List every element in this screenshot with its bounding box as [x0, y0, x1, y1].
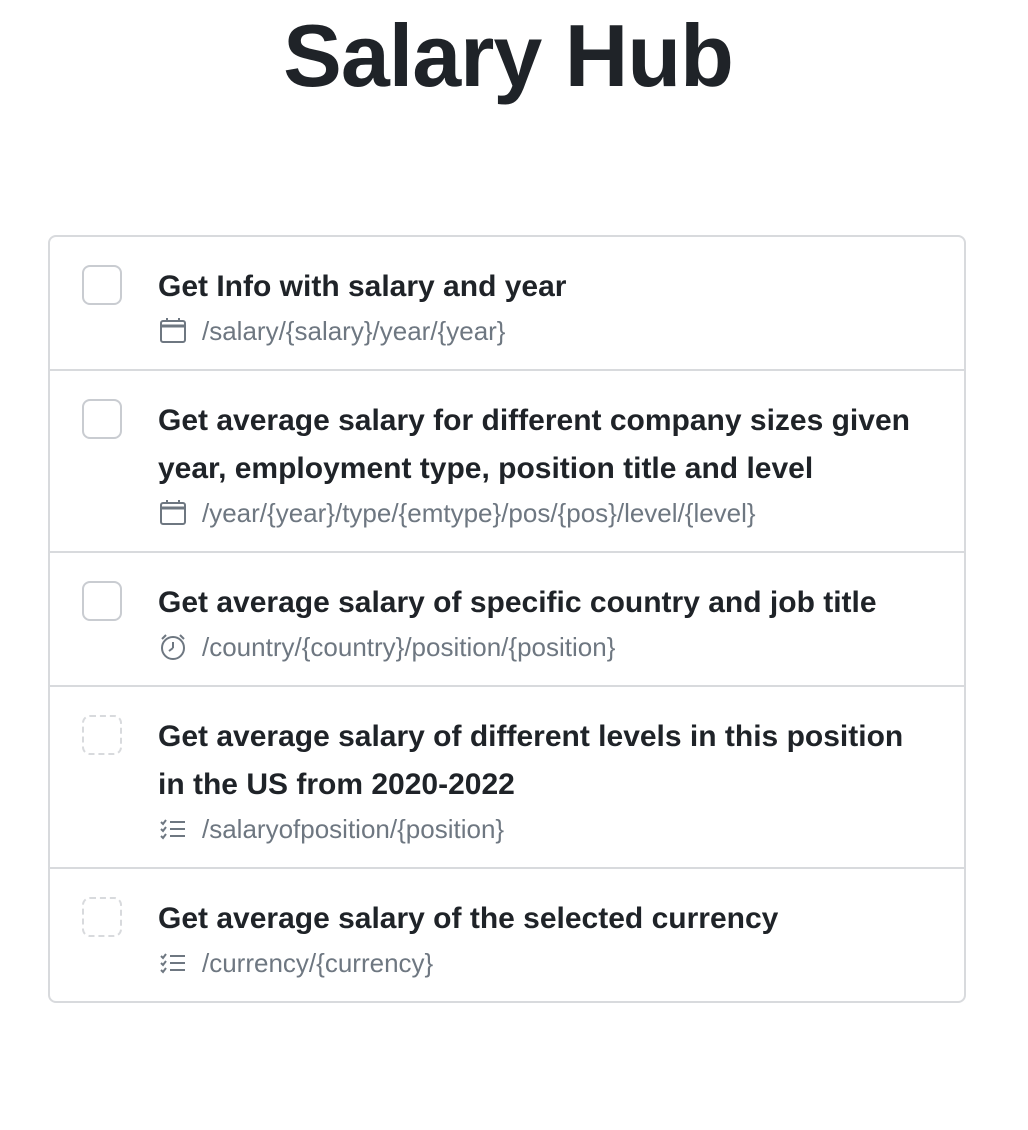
checkbox[interactable] [82, 399, 122, 439]
checkbox[interactable] [82, 265, 122, 305]
list-item[interactable]: Get average salary of different levels i… [50, 685, 964, 867]
endpoint-list: Get Info with salary and year /salary/{s… [48, 235, 966, 1003]
checkbox[interactable] [82, 715, 122, 755]
endpoint-meta: /year/{year}/type/{emtype}/pos/{pos}/lev… [158, 493, 924, 533]
endpoint-title: Get average salary of the selected curre… [158, 902, 779, 935]
calendar-icon [158, 316, 188, 346]
endpoint-meta: /currency/{currency} [158, 943, 924, 983]
checkbox[interactable] [82, 581, 122, 621]
endpoint-meta: /salaryofposition/{position} [158, 809, 924, 849]
page-title: Salary Hub [283, 6, 734, 105]
calendar-icon [158, 498, 188, 528]
endpoint-title: Get Info with salary and year [158, 270, 567, 303]
endpoint-path: /salaryofposition/{position} [202, 814, 505, 844]
checkbox[interactable] [82, 897, 122, 937]
endpoint-meta: /country/{country}/position/{position} [158, 627, 924, 667]
list-item[interactable]: Get average salary of specific country a… [50, 551, 964, 685]
list-item[interactable]: Get average salary for different company… [50, 369, 964, 551]
endpoint-path: /currency/{currency} [202, 948, 434, 978]
endpoint-path: /country/{country}/position/{position} [202, 632, 616, 662]
endpoint-path: /year/{year}/type/{emtype}/pos/{pos}/lev… [202, 498, 756, 528]
checklist-icon [158, 948, 188, 978]
list-item[interactable]: Get average salary of the selected curre… [50, 867, 964, 1001]
checklist-icon [158, 814, 188, 844]
endpoint-meta: /salary/{salary}/year/{year} [158, 311, 924, 351]
endpoint-title: Get average salary of different levels i… [158, 720, 904, 801]
alarm-clock-icon [158, 632, 188, 662]
list-item[interactable]: Get Info with salary and year /salary/{s… [50, 237, 964, 369]
endpoint-title: Get average salary for different company… [158, 404, 910, 485]
endpoint-path: /salary/{salary}/year/{year} [202, 316, 506, 346]
endpoint-title: Get average salary of specific country a… [158, 586, 877, 619]
